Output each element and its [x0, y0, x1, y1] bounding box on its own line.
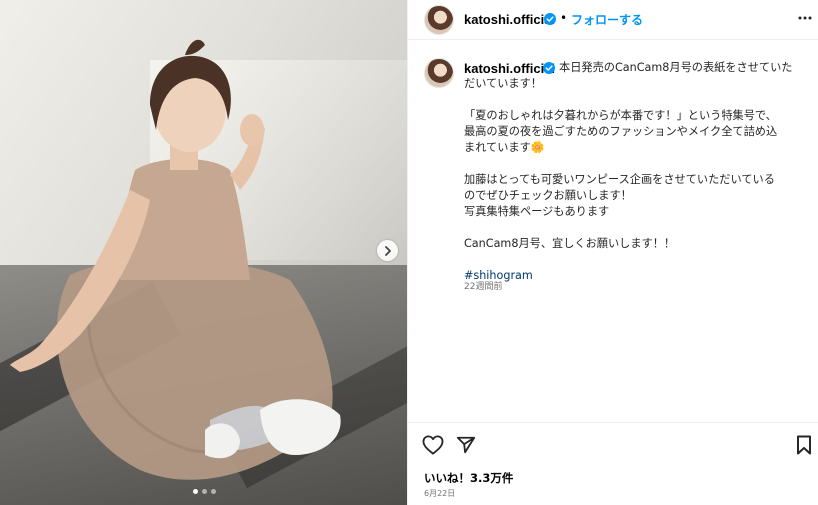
caption-text: 本日発売のCanCam8月号の表紙をさせていた — [559, 61, 793, 74]
username-link[interactable]: katoshi.official — [464, 12, 555, 27]
more-horizontal-icon[interactable] — [797, 10, 813, 26]
caption-time-ago[interactable]: 22週間前 — [464, 279, 502, 292]
verified-badge-icon — [543, 62, 555, 74]
bookmark-icon[interactable] — [796, 435, 812, 455]
post-header: katoshi.official • フォローする — [408, 0, 818, 40]
carousel-indicator — [193, 489, 216, 494]
carousel-dot — [211, 489, 216, 494]
carousel-dot — [193, 489, 198, 494]
caption-text: のでぜひチェックお願いします！ — [464, 189, 632, 202]
heart-icon[interactable] — [422, 435, 444, 455]
caption-text: だいています！ — [464, 77, 542, 90]
chevron-right-icon — [384, 245, 391, 256]
caption-section: 本日発売のCanCam8月号の表紙をさせていた だいています！ 「夏のおしゃれは… — [408, 40, 818, 422]
post-actions: いいね！3.3万件 6月22日 — [408, 422, 818, 505]
photo-model-figure — [10, 39, 341, 480]
header-separator: • — [560, 11, 568, 25]
caption-text: まれています🌼 — [464, 141, 545, 154]
caption-text: 写真集特集ページもあります — [464, 205, 610, 218]
caption-text: 最高の夏の夜を過ごすためのファッションやメイク全て詰め込 — [464, 125, 778, 138]
post-date[interactable]: 6月22日 — [424, 488, 455, 499]
avatar[interactable] — [424, 5, 454, 35]
carousel-next-button[interactable] — [377, 240, 398, 261]
post-caption: 本日発売のCanCam8月号の表紙をさせていた だいています！ 「夏のおしゃれは… — [464, 60, 804, 284]
follow-button[interactable]: フォローする — [571, 11, 643, 28]
like-count[interactable]: いいね！3.3万件 — [424, 470, 513, 486]
avatar[interactable] — [424, 58, 454, 88]
carousel-dot — [202, 489, 207, 494]
caption-text: 加藤はとっても可愛いワンピース企画をさせていただいている — [464, 173, 775, 186]
post-photo[interactable] — [0, 0, 407, 505]
caption-text: CanCam8月号、宜しくお願いします！！ — [464, 237, 676, 250]
caption-username-link[interactable]: katoshi.official — [464, 61, 555, 76]
instagram-post: katoshi.official • フォローする 本日発売のCanCam8月号… — [0, 0, 818, 505]
post-sidebar: katoshi.official • フォローする 本日発売のCanCam8月号… — [407, 0, 818, 505]
send-icon[interactable] — [456, 435, 476, 455]
verified-badge-icon — [544, 13, 556, 25]
caption-text: 「夏のおしゃれは夕暮れからが本番です！」という特集号で、 — [464, 109, 777, 122]
